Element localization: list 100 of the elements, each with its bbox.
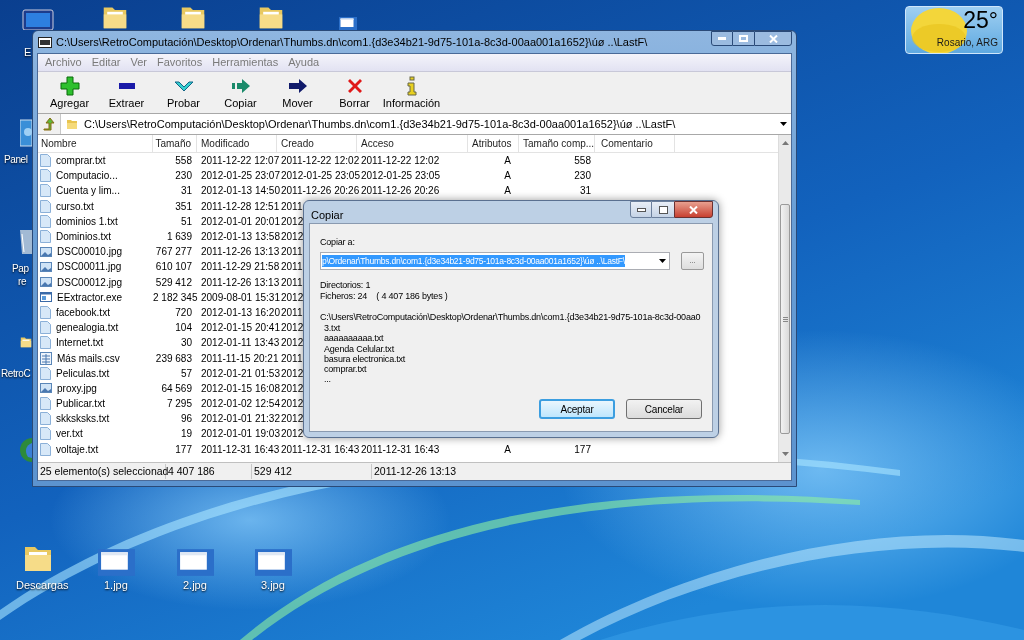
file-list-item: ... xyxy=(323,374,332,385)
file-name[interactable]: comprar.txt xyxy=(56,153,106,169)
computer-icon[interactable] xyxy=(20,8,56,30)
toolbar-button[interactable]: Probar xyxy=(155,72,212,113)
temperature: 25° xyxy=(963,7,998,34)
up-arrow-icon xyxy=(42,117,56,131)
file-name[interactable]: proxy.jpg xyxy=(57,380,97,396)
dialog-button[interactable]: Cancelar xyxy=(626,399,702,419)
file-name[interactable]: Internet.txt xyxy=(56,335,104,351)
desktop-icon-label[interactable]: Panel xyxy=(4,153,28,166)
column-header[interactable]: Tamaño xyxy=(153,135,197,152)
dialog-button[interactable]: Aceptar xyxy=(539,399,615,419)
table-cell: A xyxy=(504,155,511,167)
minimize-button[interactable] xyxy=(711,31,733,46)
table-cell: 2011-12-26 20:26 xyxy=(281,185,360,197)
table-cell: 2012-01-01 21:32 xyxy=(201,413,280,425)
menu-item[interactable]: Ayuda xyxy=(283,54,325,71)
close-button[interactable] xyxy=(754,31,792,46)
file-name[interactable]: Publicar.txt xyxy=(56,396,105,412)
file-name[interactable]: DSC00012.jpg xyxy=(57,274,123,290)
document-icon xyxy=(40,427,51,441)
menu-item[interactable]: Favoritos xyxy=(151,54,208,71)
menu-item[interactable]: Archivo xyxy=(40,54,87,71)
close-button[interactable] xyxy=(674,201,713,218)
file-name[interactable]: DSC00010.jpg xyxy=(57,244,123,260)
file-name[interactable]: genealogia.txt xyxy=(56,320,119,336)
table-cell: 2011-12-26 13:13 xyxy=(201,246,280,258)
file-name[interactable]: dominios 1.txt xyxy=(56,213,118,229)
table-cell: A xyxy=(504,170,511,182)
file-name[interactable]: Más mails.csv xyxy=(57,350,120,366)
address-field[interactable]: C:\Users\RetroComputación\Desktop\Ordenar\Thumbs.dn\com1.{d3e34b21-9d75-101a-8c3d-00aa001a1652}\úø ..\LastF\ xyxy=(60,114,791,134)
dropdown-arrow-icon[interactable] xyxy=(780,122,787,126)
file-name[interactable]: facebook.txt xyxy=(56,304,110,320)
column-header[interactable]: Atributos xyxy=(468,135,519,152)
scroll-down-icon[interactable] xyxy=(781,452,789,456)
file-name[interactable]: DSC00011.jpg xyxy=(57,259,122,275)
table-cell: 558 xyxy=(175,155,192,167)
maximize-icon xyxy=(658,205,668,214)
grip-icon xyxy=(782,316,788,322)
image-thumbnail-icon[interactable] xyxy=(255,549,292,576)
file-name[interactable]: Dominios.txt xyxy=(56,229,111,245)
column-header[interactable]: Acceso xyxy=(357,135,468,152)
menu-item[interactable]: Editar xyxy=(86,54,126,71)
dropdown-arrow-icon[interactable] xyxy=(659,259,666,263)
control-panel-icon[interactable] xyxy=(20,118,32,148)
image-file-icon xyxy=(40,245,52,258)
scrollbar[interactable] xyxy=(778,135,791,462)
menu-item[interactable]: Ver xyxy=(125,54,152,71)
desktop-icon-label[interactable]: 2.jpg xyxy=(183,579,207,592)
desktop-icon-label[interactable]: RetroC xyxy=(1,367,31,380)
desktop-icon-label[interactable]: 1.jpg xyxy=(104,579,128,592)
table-cell: A xyxy=(504,185,511,197)
table-cell: 2012-01-25 23:07 xyxy=(201,170,280,182)
image-thumbnail-icon[interactable] xyxy=(98,549,135,576)
toolbar-button[interactable]: Extraer xyxy=(98,72,155,113)
column-header[interactable]: Comentario xyxy=(595,135,675,152)
minimize-button[interactable] xyxy=(630,201,652,218)
toolbar-button[interactable]: Mover xyxy=(269,72,326,113)
desktop-icon-label[interactable]: Descargas xyxy=(16,579,69,592)
toolbar-button[interactable]: Copiar xyxy=(212,72,269,113)
browse-button[interactable]: ... xyxy=(681,252,704,270)
table-cell: 529 412 xyxy=(155,276,192,288)
table-cell: 2012-01-21 01:53 xyxy=(201,367,280,379)
toolbar-button[interactable]: Agregar xyxy=(41,72,98,113)
table-cell: 2012-01-25 23:05 xyxy=(281,170,360,182)
column-header[interactable]: Tamaño comp... xyxy=(519,135,595,152)
file-name[interactable]: Computacio... xyxy=(56,168,118,184)
file-name[interactable]: curso.txt xyxy=(56,198,94,214)
desktop-icon-label[interactable]: 3.jpg xyxy=(261,579,285,592)
maximize-button[interactable] xyxy=(652,201,674,218)
file-name[interactable]: Cuenta y lim... xyxy=(56,183,120,199)
desktop-icon-label[interactable]: re xyxy=(18,275,27,288)
file-name[interactable]: voltaje.txt xyxy=(56,441,99,457)
close-icon xyxy=(689,205,698,214)
table-cell: 30 xyxy=(180,337,192,349)
status-text: 25 elemento(s) seleccionad xyxy=(40,464,169,477)
file-name[interactable]: Peliculas.txt xyxy=(56,365,110,381)
desktop-icon-label[interactable]: Pap xyxy=(12,262,29,275)
file-name[interactable]: EExtractor.exe xyxy=(57,289,123,305)
menu-item[interactable]: Herramientas xyxy=(207,54,284,71)
scroll-up-icon[interactable] xyxy=(781,141,789,145)
program-icon xyxy=(40,291,52,304)
scrollbar-thumb[interactable] xyxy=(780,204,790,434)
file-name[interactable]: ver.txt xyxy=(56,426,83,442)
file-list-item: basura electronica.txt xyxy=(323,353,407,365)
table-cell: 177 xyxy=(175,443,192,455)
close-icon xyxy=(768,34,778,43)
column-header[interactable]: Modificado xyxy=(197,135,277,152)
image-thumbnail-icon[interactable] xyxy=(177,549,214,576)
file-name[interactable]: skksksks.txt xyxy=(56,411,110,427)
table-cell: 2011-12-31 16:43 xyxy=(361,443,440,455)
toolbar-button[interactable]: Borrar xyxy=(326,72,383,113)
table-cell: 2011-12-28 12:51 xyxy=(201,200,280,212)
column-header[interactable]: Creado xyxy=(277,135,357,152)
maximize-button[interactable] xyxy=(733,31,754,46)
desktop-icon-label[interactable]: E xyxy=(24,46,32,59)
table-cell: 31 xyxy=(180,185,192,197)
column-header[interactable]: Nombre xyxy=(38,135,153,152)
table-cell: 2012 xyxy=(281,291,304,303)
toolbar-button[interactable]: Información xyxy=(383,72,440,113)
